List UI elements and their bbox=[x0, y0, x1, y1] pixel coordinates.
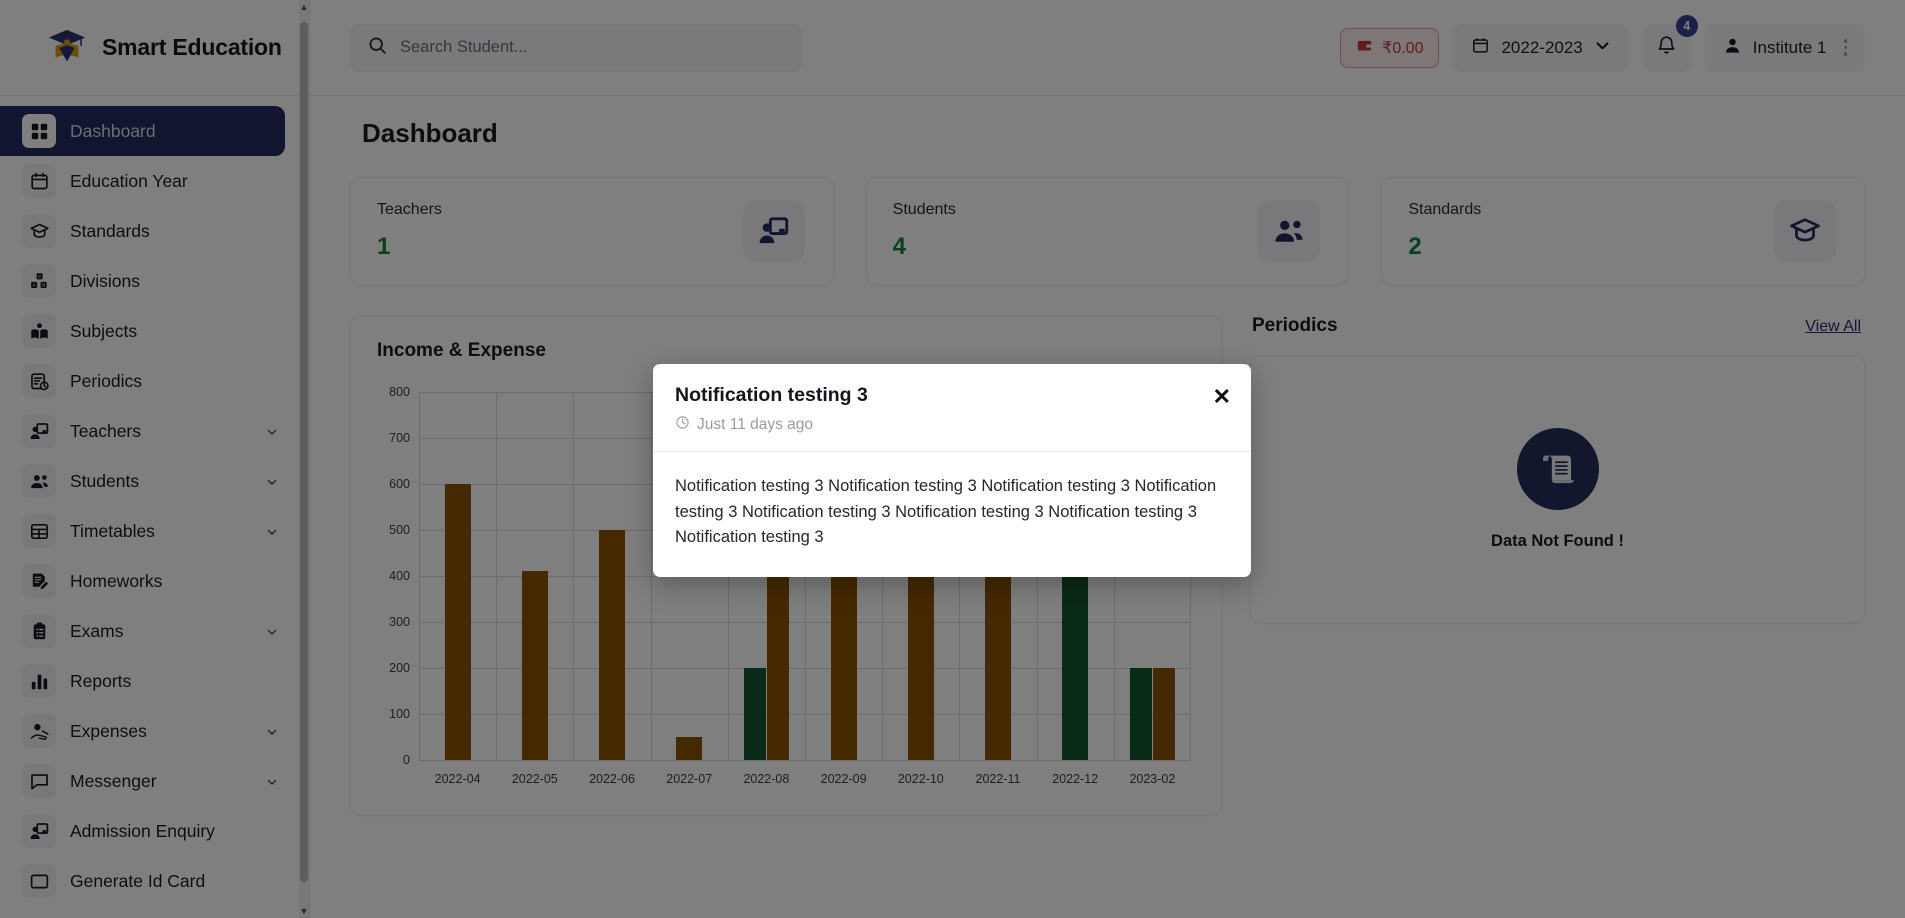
app-root: Smart Education DashboardEducation YearS… bbox=[0, 0, 1905, 918]
modal-title: Notification testing 3 bbox=[675, 384, 868, 406]
modal-body-text: Notification testing 3 Notification test… bbox=[675, 477, 1217, 547]
modal-time-text: Just 11 days ago bbox=[697, 416, 814, 433]
close-icon[interactable]: ✕ bbox=[1213, 386, 1231, 408]
modal-timestamp: Just 11 days ago bbox=[675, 415, 1229, 435]
notification-detail-modal: Notification testing 3 Just 11 days ago … bbox=[653, 364, 1251, 577]
clock-icon bbox=[675, 415, 690, 435]
modal-header: Notification testing 3 Just 11 days ago … bbox=[653, 364, 1251, 452]
